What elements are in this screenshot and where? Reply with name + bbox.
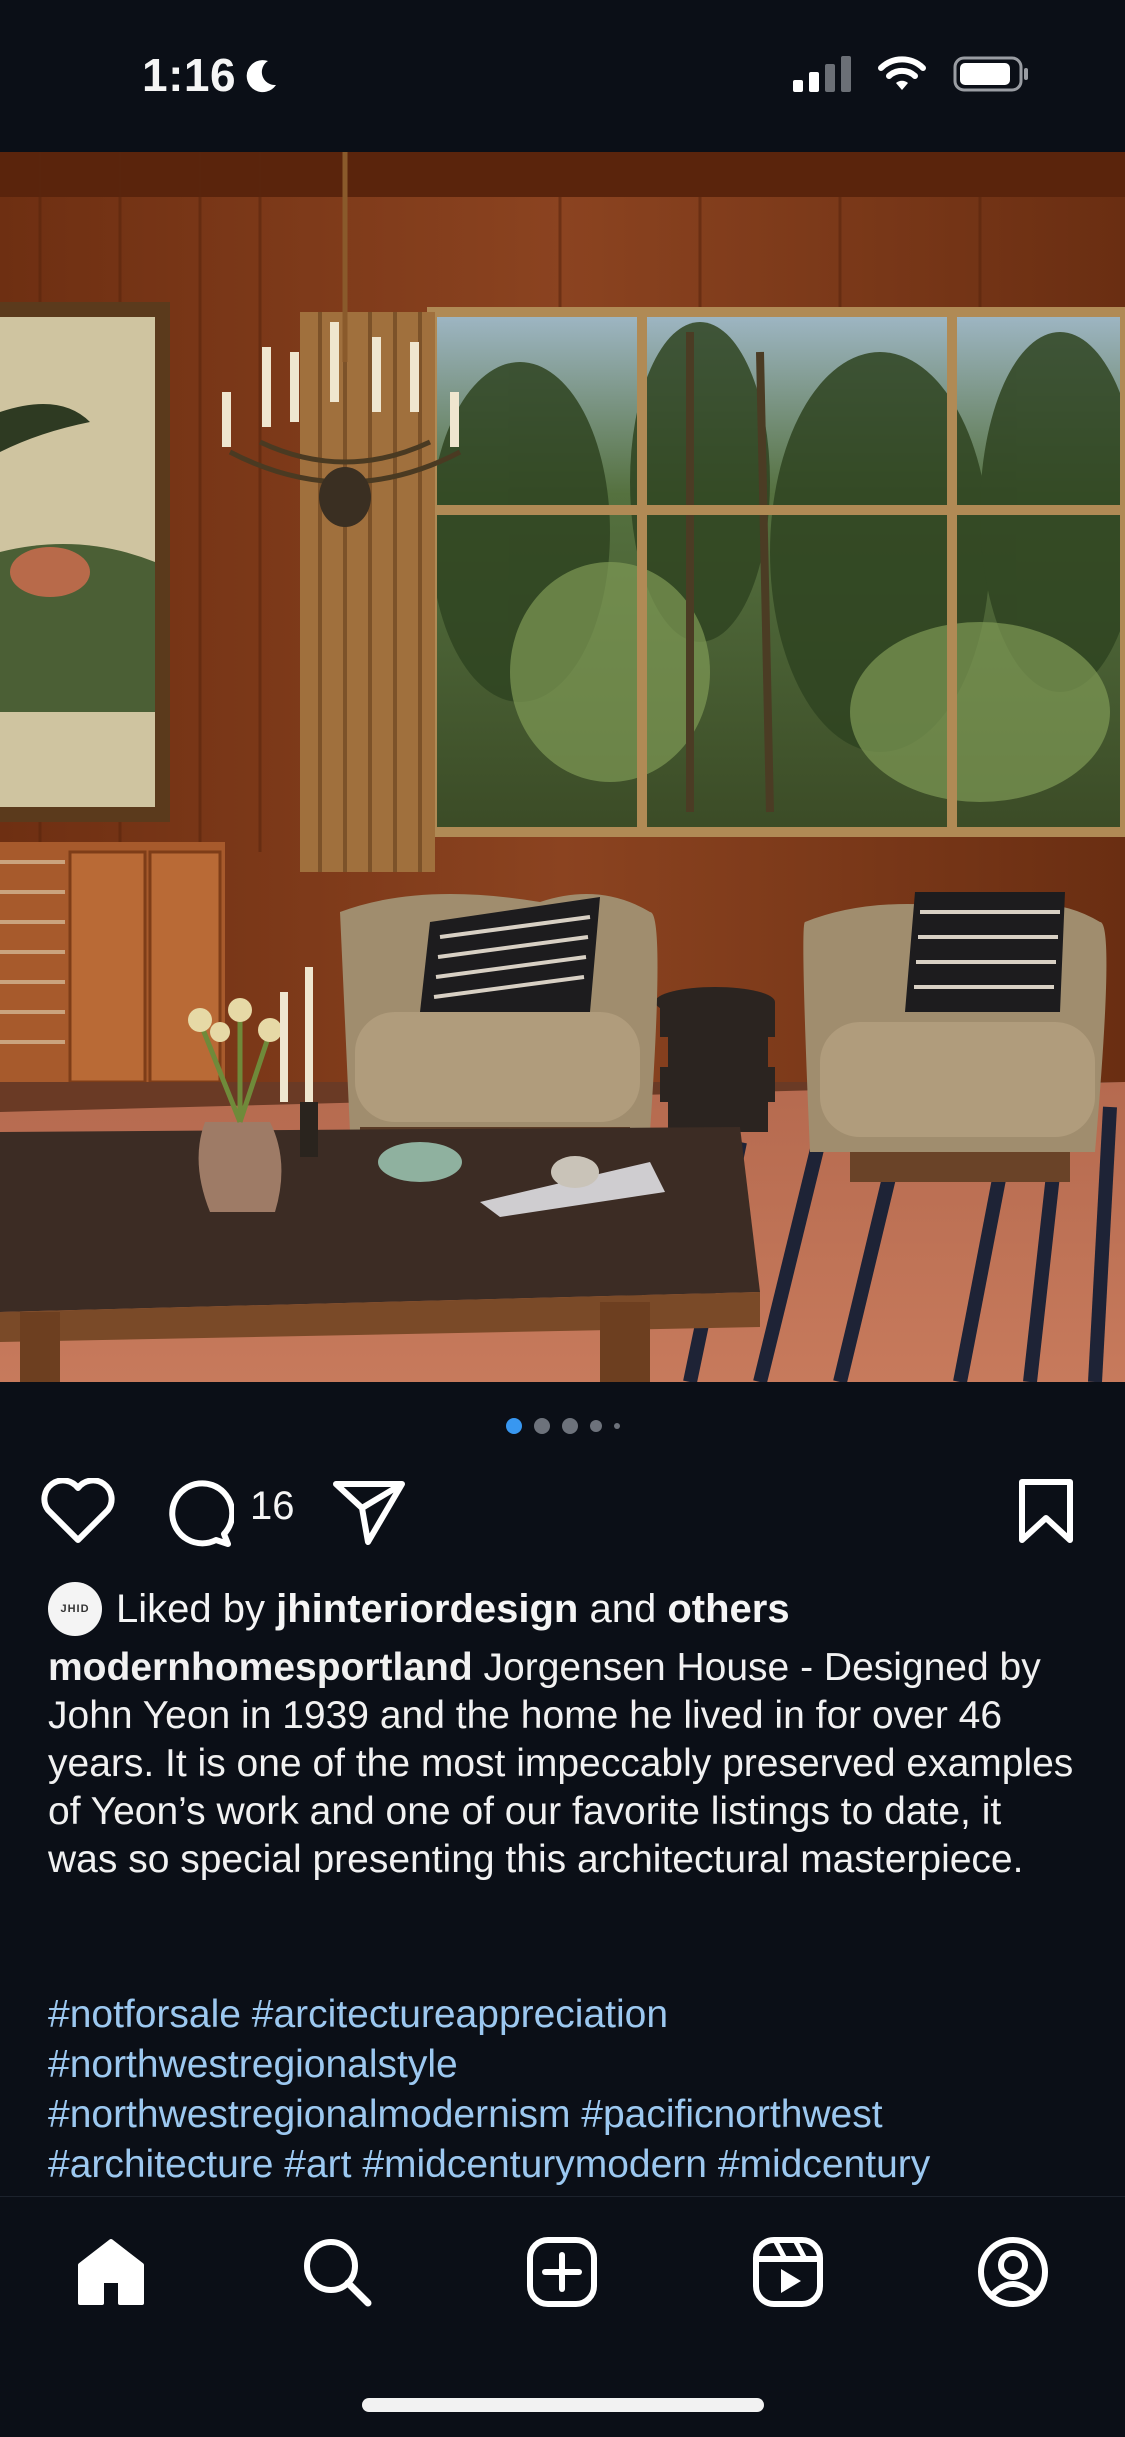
- carousel-dot: [589, 1420, 602, 1432]
- moon-icon: [246, 60, 277, 93]
- carousel-dot-active: [505, 1418, 522, 1434]
- liked-by-row[interactable]: JHID Liked by jhinteriordesign and other…: [48, 1582, 790, 1636]
- create-post-icon[interactable]: [525, 2235, 599, 2309]
- liker-username[interactable]: jhinteriordesign: [276, 1587, 578, 1631]
- post-actions: 16: [0, 1470, 1125, 1550]
- profile-icon[interactable]: [976, 2235, 1050, 2309]
- carousel-dot: [561, 1418, 578, 1434]
- liked-by-prefix: Liked by: [116, 1586, 265, 1631]
- carousel-dot: [533, 1418, 550, 1434]
- hashtag-line[interactable]: #northwestregionalmodernism #pacificnort…: [48, 2090, 1108, 2140]
- wifi-icon: [878, 56, 926, 90]
- carousel-indicator: [0, 1418, 1125, 1434]
- carousel-dot: [613, 1423, 620, 1429]
- clock-text: 1:16: [142, 49, 237, 101]
- caption-username[interactable]: modernhomesportland: [48, 1646, 473, 1689]
- home-indicator[interactable]: [362, 2398, 764, 2412]
- liked-by-others[interactable]: others: [667, 1587, 789, 1631]
- hashtag-line[interactable]: #northwestregionalstyle: [48, 2040, 1108, 2090]
- liker-avatar[interactable]: JHID: [48, 1582, 102, 1636]
- living-room-photo: [0, 152, 1125, 1382]
- hashtags: #notforsale #arcitectureappreciation #no…: [48, 1990, 1108, 2190]
- status-icons: [793, 56, 1029, 92]
- liked-by-text: Liked by jhinteriordesign and others: [116, 1587, 790, 1632]
- bookmark-save-icon[interactable]: [1016, 1478, 1076, 1544]
- liked-by-conjunction: and: [589, 1586, 657, 1631]
- hashtag-line[interactable]: #notforsale #arcitectureappreciation: [48, 1990, 1108, 2040]
- cellular-signal-icon: [793, 56, 851, 92]
- home-icon[interactable]: [74, 2235, 148, 2309]
- status-bar: 1:16: [0, 0, 1125, 152]
- hashtag-line[interactable]: #architecture #art #midcenturymodern #mi…: [48, 2140, 1108, 2190]
- post-image[interactable]: [0, 152, 1125, 1382]
- comment-count[interactable]: 16: [250, 1484, 295, 1529]
- post-caption: modernhomesportland Jorgensen House - De…: [48, 1644, 1078, 1884]
- reels-icon[interactable]: [751, 2235, 825, 2309]
- status-time: 1:16: [142, 48, 282, 102]
- like-heart-icon[interactable]: [40, 1478, 116, 1544]
- comment-icon[interactable]: [162, 1478, 234, 1548]
- battery-icon: [953, 56, 1028, 92]
- search-icon[interactable]: [300, 2235, 374, 2309]
- share-send-icon[interactable]: [332, 1478, 406, 1546]
